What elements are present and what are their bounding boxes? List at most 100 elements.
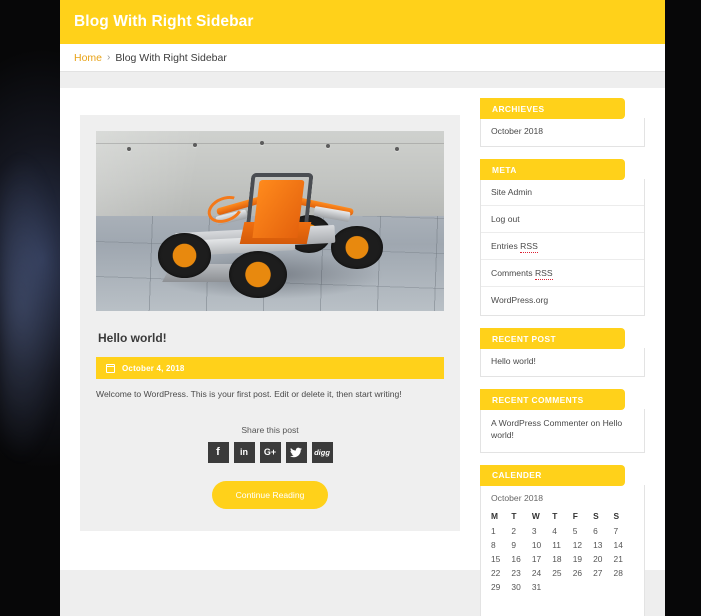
breadcrumb: Home › Blog With Right Sidebar [60,44,665,72]
calendar-day[interactable]: 19 [573,552,593,566]
image-buggy-vehicle [157,172,385,298]
calendar-caption: October 2018 [491,492,544,503]
site-header: Blog With Right Sidebar [60,0,665,44]
share-facebook-icon[interactable]: f [207,441,229,463]
calendar-day[interactable]: 24 [532,566,552,580]
calendar-day [593,580,613,594]
calendar-day[interactable]: 7 [614,524,634,538]
widget-recent-post-title: RECENT POST [480,328,626,349]
meta-item-comments-rss-label: Comments RSS [491,268,553,280]
widget-recent-comments-body: A WordPress Commenter on Hello world! [480,409,645,453]
post-excerpt: Welcome to WordPress. This is your first… [96,389,402,399]
calendar-day[interactable]: 23 [511,566,531,580]
spellcheck-underline: RSS [520,241,538,253]
share-linkedin-icon[interactable]: in [233,441,255,463]
calendar-day[interactable]: 22 [491,566,511,580]
widget-recent-comments-title-text: RECENT COMMENTS [492,394,584,405]
calendar-day-header: M [491,510,498,521]
calendar-day[interactable]: 5 [573,524,593,538]
share-digg-icon[interactable]: digg [311,441,333,463]
archives-item-october-2018[interactable]: October 2018 [481,118,644,144]
recent-comment-item[interactable]: A WordPress Commenter on Hello world! [481,409,644,450]
breadcrumb-current: Blog With Right Sidebar [115,51,227,64]
continue-reading-wrap: Continue Reading [96,480,444,509]
recent-post-item-hello-world[interactable]: Hello world! [481,348,644,374]
widget-recent-comments: RECENT COMMENTS A WordPress Commenter on… [480,389,645,453]
calendar-day[interactable]: 9 [511,538,531,552]
calendar-table: M T W T F S S 1 2 3 4 5 6 7 8 9 10 11 12… [491,509,634,594]
site-title: Blog With Right Sidebar [74,13,254,30]
page-shell: Blog With Right Sidebar Home › Blog With… [60,0,665,616]
breadcrumb-home-link[interactable]: Home [74,52,102,64]
calendar-day[interactable]: 6 [593,524,613,538]
continue-reading-button[interactable]: Continue Reading [211,480,329,509]
widget-meta-body: Site Admin Log out Entries RSS Comments … [480,179,645,316]
calendar-day [552,580,572,594]
calendar-day[interactable]: 12 [573,538,593,552]
post-title[interactable]: Hello world! [98,331,444,345]
calendar-day[interactable]: 8 [491,538,511,552]
calendar-day-header: T [552,510,558,521]
calendar-day[interactable]: 17 [532,552,552,566]
calendar-day[interactable]: 21 [614,552,634,566]
calendar-week-row: 29 30 31 [491,580,634,594]
widget-archives: ARCHIEVES October 2018 [480,98,645,147]
widget-meta: META Site Admin Log out Entries RSS Comm… [480,159,645,316]
calendar-day[interactable]: 14 [614,538,634,552]
calendar-day-header: T [511,510,517,521]
post-featured-image [96,131,444,311]
widget-calendar: CALENDER October 2018 M T W T F S S 1 2 … [480,464,645,616]
calendar-day[interactable]: 30 [511,580,531,594]
calendar-day-header: S [593,510,599,521]
calendar-day[interactable]: 16 [511,552,531,566]
widget-recent-comments-title: RECENT COMMENTS [480,389,626,410]
post-card: Hello world! October 4, 2018 Welcome to … [80,115,460,531]
calendar-day[interactable]: 29 [491,580,511,594]
calendar-day [614,580,634,594]
calendar-day[interactable]: 31 [532,580,552,594]
meta-item-wordpress-org[interactable]: WordPress.org [481,287,644,313]
calendar-body: 1 2 3 4 5 6 7 8 9 10 11 12 13 14 15 16 1… [491,524,634,594]
calendar-day[interactable]: 20 [593,552,613,566]
share-buttons: f in G+ digg [96,441,444,463]
calendar-day-header: F [572,510,578,521]
calendar-day[interactable]: 4 [552,524,572,538]
calendar-header-row: M T W T F S S [491,509,634,524]
post-date: October 4, 2018 [122,363,185,373]
widget-recent-post-body: Hello world! [480,348,645,377]
widget-calendar-body: October 2018 M T W T F S S 1 2 3 4 5 6 7… [480,484,645,616]
calendar-day[interactable]: 2 [511,524,531,538]
calendar-day[interactable]: 18 [552,552,572,566]
meta-item-log-out[interactable]: Log out [481,206,644,233]
widget-calendar-title-text: CALENDER [492,470,542,481]
calendar-week-row: 22 23 24 25 26 27 28 [491,566,634,580]
calendar-day[interactable]: 27 [593,566,613,580]
share-label: Share this post [241,424,299,435]
calendar-day[interactable]: 26 [573,566,593,580]
calendar-day[interactable]: 3 [532,524,552,538]
meta-item-site-admin[interactable]: Site Admin [481,179,644,206]
calendar-week-row: 15 16 17 18 19 20 21 [491,552,634,566]
meta-item-entries-rss-label: Entries RSS [491,241,538,253]
spellcheck-underline: RSS [534,268,553,280]
sidebar: ARCHIEVES October 2018 META Site Admin L… [480,88,665,616]
calendar-day[interactable]: 11 [552,538,572,552]
widget-archives-body: October 2018 [480,118,645,147]
meta-item-entries-rss[interactable]: Entries RSS [481,233,644,260]
widget-recent-post-title-text: RECENT POST [492,333,556,344]
calendar-bottom-spacer [491,594,634,616]
widget-recent-post: RECENT POST Hello world! [480,328,645,377]
calendar-day[interactable]: 25 [552,566,572,580]
calendar-day[interactable]: 15 [491,552,511,566]
calendar-day[interactable]: 1 [491,524,511,538]
breadcrumb-separator: › [107,52,111,63]
calendar-day[interactable]: 13 [593,538,613,552]
calendar-week-row: 1 2 3 4 5 6 7 [491,524,634,538]
meta-item-comments-rss[interactable]: Comments RSS [481,260,644,287]
share-twitter-icon[interactable] [285,441,307,463]
calendar-day[interactable]: 28 [614,566,634,580]
share-google-plus-icon[interactable]: G+ [259,441,281,463]
calendar-day[interactable]: 10 [532,538,552,552]
calendar-icon [105,363,116,373]
content-card: Hello world! October 4, 2018 Welcome to … [60,88,665,616]
